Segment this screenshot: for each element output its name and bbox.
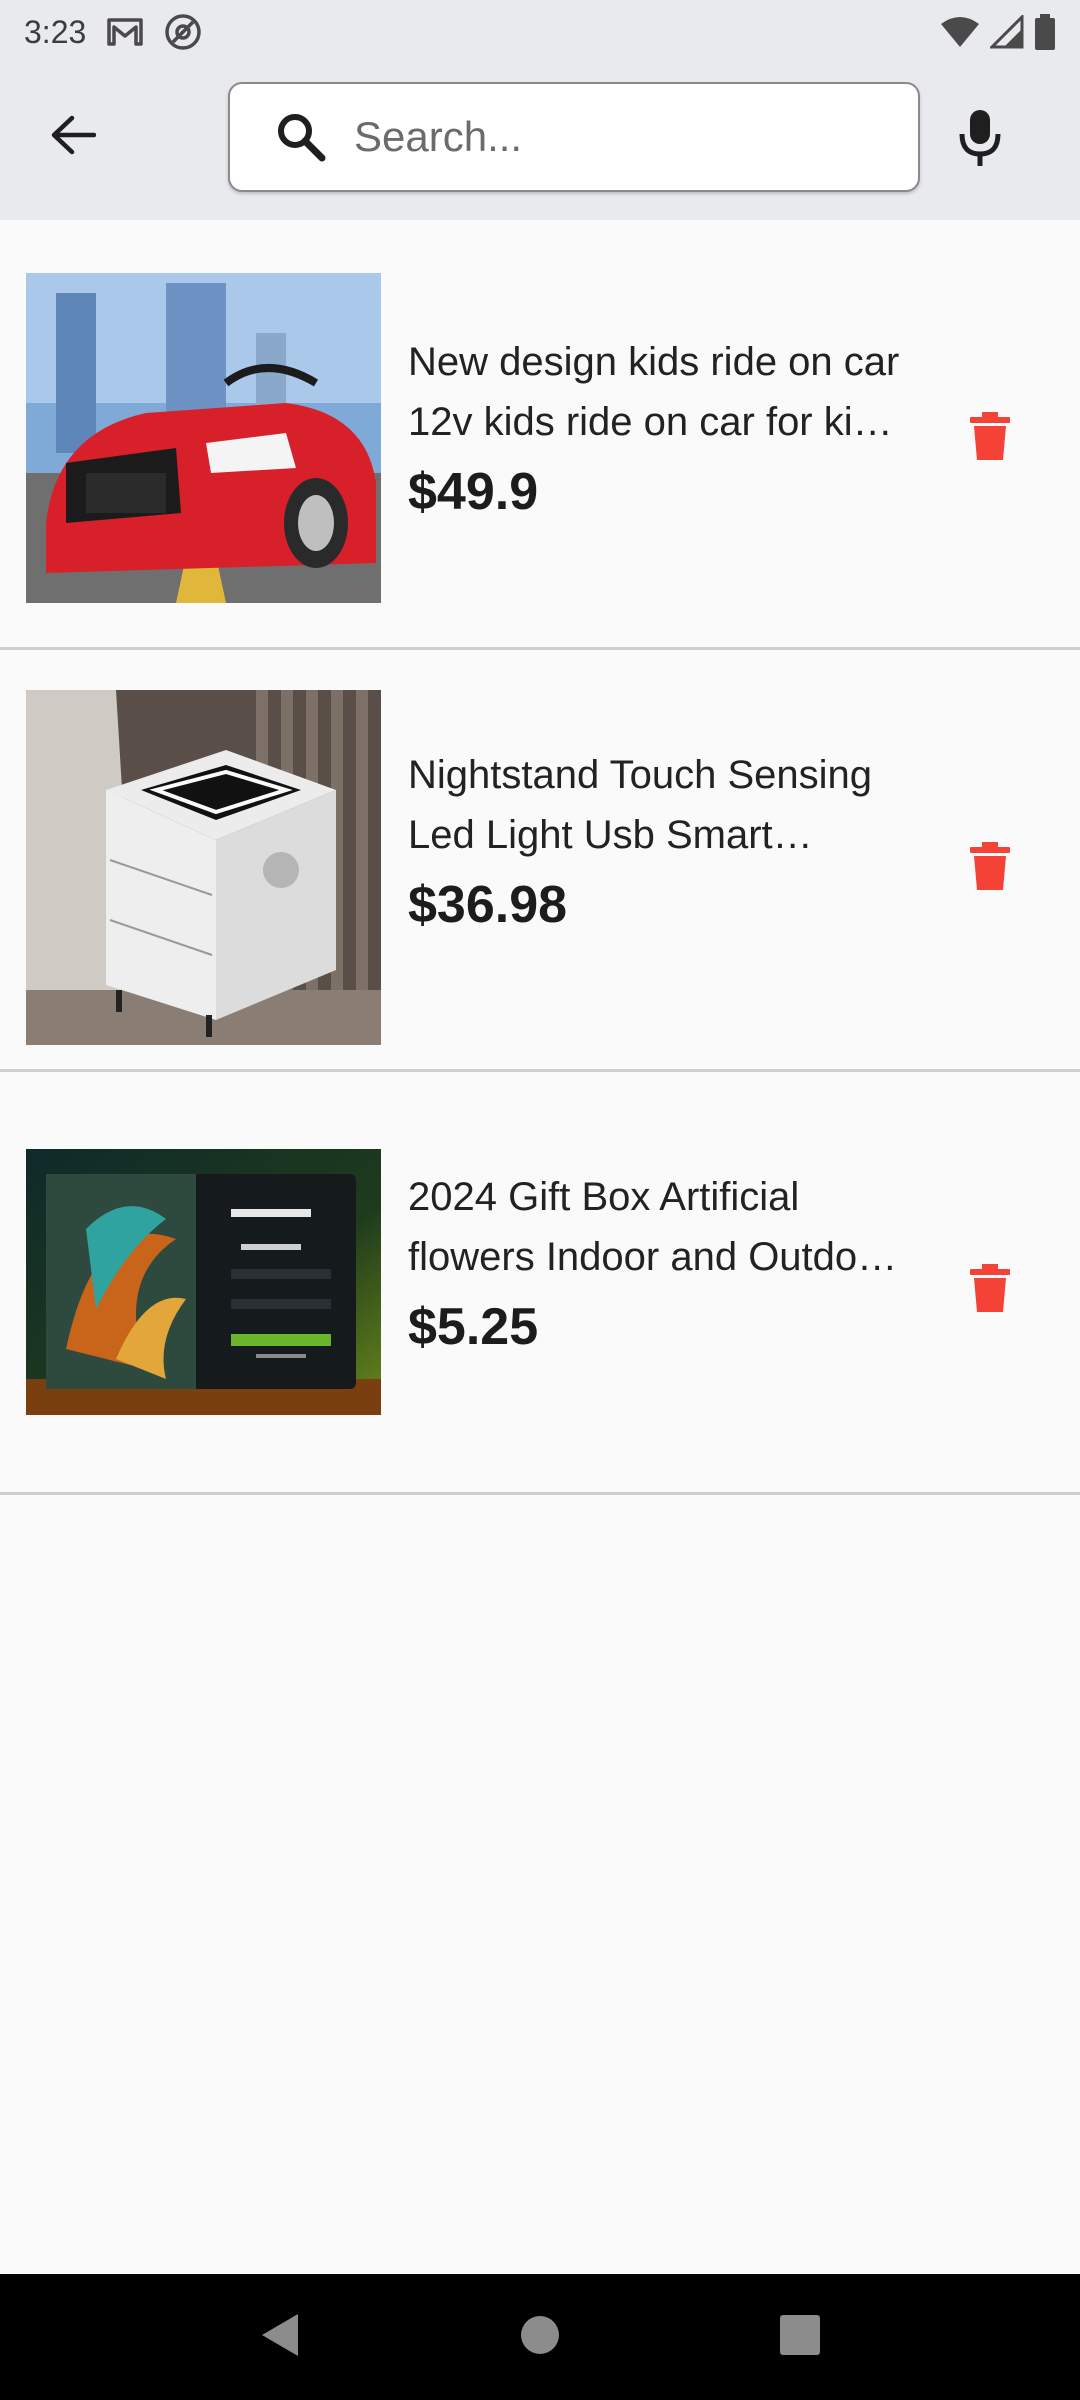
trash-icon [970, 842, 1010, 894]
item-details: New design kids ride on car 12v kids rid… [408, 332, 908, 522]
gmail-icon [106, 17, 144, 47]
app-bar [0, 64, 1080, 220]
item-details: 2024 Gift Box Artificial flowers Indoor … [408, 1167, 908, 1357]
list-item[interactable]: 2024 Gift Box Artificial flowers Indoor … [0, 1072, 1080, 1495]
item-price: $36.98 [408, 876, 568, 934]
nav-recents-icon [780, 2314, 820, 2360]
status-time: 3:23 [24, 13, 87, 50]
item-price: $49.9 [408, 463, 539, 521]
at-sign-icon [164, 13, 202, 51]
delete-button[interactable] [970, 412, 1010, 460]
item-title: Nightstand Touch Sensing Led Light Usb S… [408, 753, 873, 857]
nav-recents-button[interactable] [770, 2307, 830, 2367]
arrow-left-icon [50, 115, 97, 160]
trash-icon [970, 412, 1010, 464]
delete-button[interactable] [970, 842, 1010, 890]
delete-button[interactable] [970, 1264, 1010, 1312]
signal-icon [990, 15, 1024, 49]
item-title: 2024 Gift Box Artificial flowers Indoor … [408, 1175, 893, 1279]
list-item[interactable]: Nightstand Touch Sensing Led Light Usb S… [0, 650, 1080, 1072]
trash-icon [970, 1264, 1010, 1316]
item-title: New design kids ride on car 12v kids rid… [408, 340, 900, 444]
voice-search-button[interactable] [950, 104, 1010, 176]
search-icon [274, 110, 328, 164]
list-item[interactable]: New design kids ride on car 12v kids rid… [0, 220, 1080, 650]
back-button[interactable] [40, 104, 106, 170]
product-image [26, 273, 381, 603]
nav-back-icon [260, 2312, 300, 2363]
nav-back-button[interactable] [250, 2307, 310, 2367]
system-nav-bar [0, 2274, 1080, 2400]
search-input[interactable] [354, 113, 914, 161]
product-image [26, 690, 381, 1045]
product-image [26, 1149, 381, 1415]
screen: 3:23 Search... New design kids ride on c… [0, 0, 1080, 2400]
item-details: Nightstand Touch Sensing Led Light Usb S… [408, 745, 908, 935]
nav-home-button[interactable] [510, 2307, 570, 2367]
battery-icon [1034, 14, 1056, 50]
microphone-icon [958, 108, 1002, 173]
status-bar: 3:23 [0, 0, 1080, 64]
search-bar[interactable] [228, 82, 920, 192]
nav-home-icon [520, 2315, 560, 2360]
item-price: $5.25 [408, 1298, 539, 1356]
wifi-icon [940, 16, 980, 48]
cart-list: New design kids ride on car 12v kids rid… [0, 220, 1080, 1495]
